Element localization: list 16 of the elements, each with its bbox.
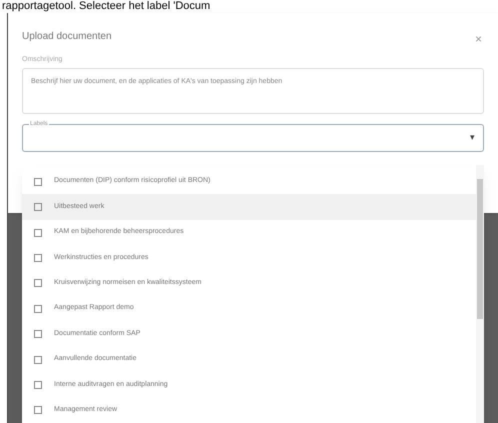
scrollbar[interactable] [476,165,484,423]
close-button[interactable]: × [474,33,482,45]
checkbox[interactable] [34,178,42,186]
scrollbar-thumb[interactable] [477,179,483,319]
checkbox[interactable] [34,203,42,212]
checkbox[interactable] [34,356,42,364]
checkbox[interactable] [34,304,42,313]
checkbox[interactable] [34,279,42,288]
caret-icon: ▾ [470,133,475,142]
checkbox[interactable] [34,406,42,414]
checkbox[interactable] [34,330,42,338]
caption-text: rapportagetool. Selecteer het label 'Docum [2,0,210,13]
checkbox[interactable] [34,254,42,262]
checkbox[interactable] [34,228,42,237]
checkbox[interactable] [34,380,42,389]
dialog-title: Upload documenten [22,30,112,44]
